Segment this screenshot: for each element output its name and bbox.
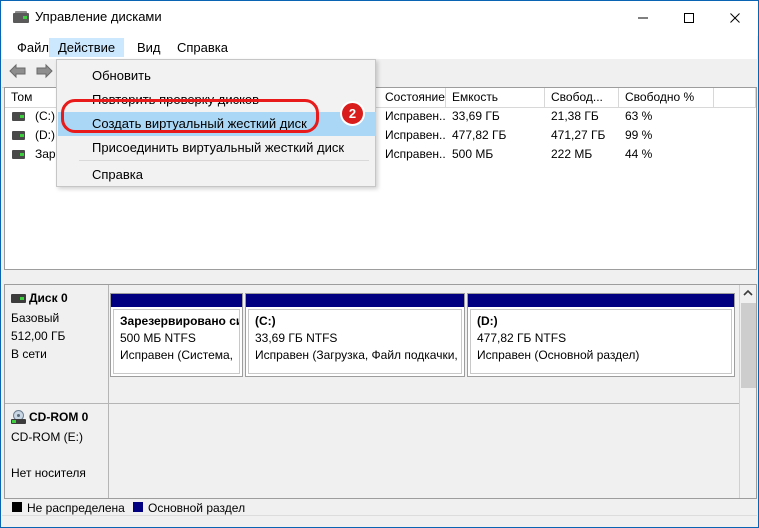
legend-label: Не распределена <box>27 501 125 515</box>
graphic-pane-scrollbar[interactable] <box>739 285 756 498</box>
column-header[interactable]: Свободно % <box>619 88 714 107</box>
disk-info-panel[interactable]: CD-ROM 0 CD-ROM (E:) Нет носителя <box>5 404 109 498</box>
menu-item[interactable]: Повторить проверку дисков <box>58 88 376 112</box>
legend-swatch <box>12 502 22 512</box>
disk-type: CD-ROM (E:) <box>11 430 83 444</box>
volume-disk-icon <box>12 112 25 121</box>
menu-help[interactable]: Справка <box>168 38 237 57</box>
partition-area <box>110 404 756 498</box>
menu-action[interactable]: Действие <box>49 38 125 57</box>
partition-label: (C:) <box>255 314 276 328</box>
disk-info-panel[interactable]: Диск 0 Базовый 512,00 ГБ В сети <box>5 285 109 403</box>
partition-box[interactable]: Зарезервировано си 500 МБ NTFS Исправен (С… <box>110 293 243 377</box>
cell-state: Исправен... <box>385 147 446 161</box>
column-header[interactable]: Состояние <box>379 88 446 107</box>
disk-management-window: Управление дисками Файл Действие Вид Справк… <box>0 0 759 528</box>
menu-item[interactable]: Присоединить виртуальный жесткий диск <box>58 136 376 160</box>
partition-label: Зарезервировано си <box>120 314 239 328</box>
annotation-step-badge: 2 <box>340 101 365 126</box>
disk-name: CD-ROM 0 <box>29 410 89 424</box>
legend-label: Основной раздел <box>148 501 246 515</box>
cell-state: Исправен... <box>385 109 446 123</box>
partition-inner: (D:) 477,82 ГБ NTFS Исправен (Основной раз… <box>470 309 732 374</box>
partition-box[interactable]: (C:) 33,69 ГБ NTFS Исправен (Загрузка, Фай… <box>245 293 465 377</box>
cell-capacity: 500 МБ <box>452 147 494 161</box>
cell-state: Исправен... <box>385 128 446 142</box>
partition-state: Исправен (Основной раздел) <box>477 348 640 362</box>
disk-row: Диск 0 Базовый 512,00 ГБ В сети Зарезервиров… <box>5 285 756 403</box>
window-title: Управление дисками <box>35 9 162 24</box>
menu-bar: Файл Действие Вид Справка <box>2 36 757 59</box>
menu-separator <box>79 160 369 161</box>
cell-free_pct: 99 % <box>625 128 653 142</box>
cdrom-icon <box>11 410 26 424</box>
menu-view[interactable]: Вид <box>128 38 170 57</box>
partition-state: Исправен (Система, <box>120 348 234 362</box>
cell-free_pct: 63 % <box>625 109 653 123</box>
maximize-button[interactable] <box>666 1 712 34</box>
hard-disk-icon <box>11 294 26 303</box>
disk-status: Нет носителя <box>11 466 86 480</box>
cell-free: 222 МБ <box>551 147 593 161</box>
cell-capacity: 33,69 ГБ <box>452 109 500 123</box>
volume-disk-icon <box>12 131 25 140</box>
back-arrow-icon[interactable] <box>8 63 34 84</box>
volume-disk-icon <box>12 150 25 159</box>
partition-area: Зарезервировано си 500 МБ NTFS Исправен (С… <box>110 285 756 403</box>
close-button[interactable] <box>712 1 758 34</box>
action-menu-dropdown: Обновить Повторить проверку дисков Создать… <box>56 59 376 187</box>
disk-management-icon <box>13 11 29 24</box>
scroll-up-arrow-icon[interactable] <box>740 285 756 302</box>
cell-free_pct: 44 % <box>625 147 653 161</box>
disk-size: 512,00 ГБ <box>11 329 66 343</box>
partition-color-bar <box>111 294 242 307</box>
disk-row: CD-ROM 0 CD-ROM (E:) Нет носителя <box>5 403 756 498</box>
cell-free: 21,38 ГБ <box>551 109 599 123</box>
menu-item[interactable]: Создать виртуальный жесткий диск <box>58 112 376 136</box>
title-bar: Управление дисками <box>1 1 758 36</box>
menu-item[interactable]: Обновить <box>58 64 376 88</box>
column-header[interactable]: Том <box>5 88 62 107</box>
minimize-button[interactable] <box>620 1 666 34</box>
scrollbar-thumb[interactable] <box>741 303 756 388</box>
status-bar <box>2 515 757 526</box>
cell-free: 471,27 ГБ <box>551 128 606 142</box>
column-header[interactable]: Емкость <box>446 88 545 107</box>
disk-name: Диск 0 <box>29 291 68 305</box>
partition-inner: Зарезервировано си 500 МБ NTFS Исправен (С… <box>113 309 240 374</box>
legend-swatch <box>133 502 143 512</box>
partition-size: 33,69 ГБ NTFS <box>255 331 338 345</box>
partition-size: 500 МБ NTFS <box>120 331 196 345</box>
partition-box[interactable]: (D:) 477,82 ГБ NTFS Исправен (Основной раз… <box>467 293 735 377</box>
cell-capacity: 477,82 ГБ <box>452 128 507 142</box>
partition-label: (D:) <box>477 314 498 328</box>
partition-inner: (C:) 33,69 ГБ NTFS Исправен (Загрузка, Фай… <box>248 309 462 374</box>
partition-size: 477,82 ГБ NTFS <box>477 331 567 345</box>
column-header[interactable] <box>714 88 756 107</box>
disk-graphic-pane: Диск 0 Базовый 512,00 ГБ В сети Зарезервиров… <box>4 284 757 499</box>
partition-color-bar <box>468 294 734 307</box>
partition-color-bar <box>246 294 464 307</box>
column-header[interactable]: Свобод... <box>545 88 619 107</box>
disk-type: Базовый <box>11 311 60 325</box>
menu-item[interactable]: Справка <box>58 163 376 187</box>
partition-state: Исправен (Загрузка, Файл подкачки, <box>255 348 458 362</box>
disk-status: В сети <box>11 347 47 361</box>
